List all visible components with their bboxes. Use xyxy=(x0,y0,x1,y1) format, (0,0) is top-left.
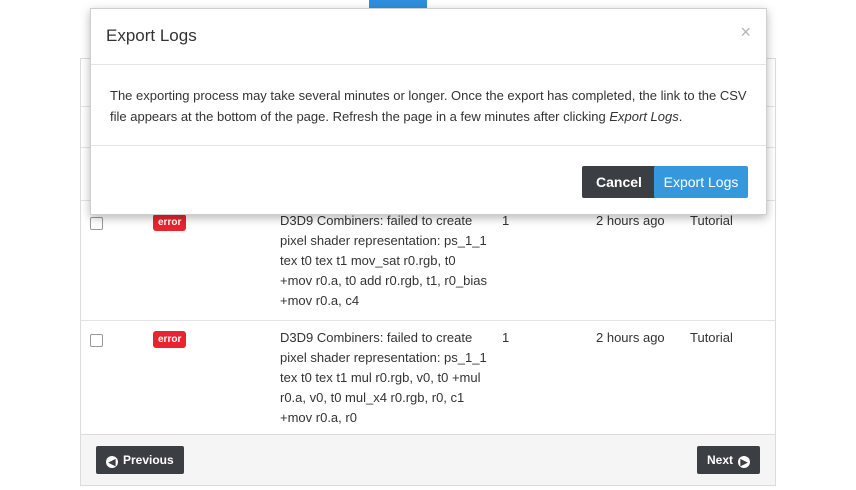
severity-badge: error xyxy=(153,331,187,348)
pagination-bar: ◀ Previous Next ▶ xyxy=(81,434,775,485)
next-button[interactable]: Next ▶ xyxy=(696,446,760,474)
previous-label: Previous xyxy=(123,453,174,467)
row-select-checkbox[interactable] xyxy=(90,334,103,347)
modal-body-end: . xyxy=(678,109,683,124)
previous-button[interactable]: ◀ Previous xyxy=(96,446,184,474)
chevron-circle-right-icon: ▶ xyxy=(738,456,750,468)
severity-badge: error xyxy=(153,214,187,231)
log-project: Tutorial xyxy=(690,330,733,345)
export-logs-button[interactable]: Export Logs xyxy=(654,166,748,198)
modal-title: Export Logs xyxy=(106,26,197,45)
modal-header: Export Logs × xyxy=(91,9,766,65)
row-select-checkbox[interactable] xyxy=(90,217,103,230)
active-tab-indicator xyxy=(369,0,427,8)
cancel-button[interactable]: Cancel xyxy=(582,166,656,198)
table-divider xyxy=(81,320,775,321)
log-count: 1 xyxy=(502,330,510,345)
modal-body-text: The exporting process may take several m… xyxy=(110,85,755,127)
export-logs-modal: Export Logs × The exporting process may … xyxy=(90,8,767,215)
next-label: Next xyxy=(706,453,733,467)
close-icon[interactable]: × xyxy=(740,22,751,42)
chevron-circle-left-icon: ◀ xyxy=(106,456,118,468)
log-message: D3D9 Combiners: failed to create pixel s… xyxy=(280,330,487,425)
log-message: D3D9 Combiners: failed to create pixel s… xyxy=(280,213,488,308)
modal-body-emphasis: Export Logs xyxy=(609,109,679,124)
log-time: 2 hours ago xyxy=(596,330,665,345)
modal-footer: Cancel Export Logs xyxy=(91,145,766,216)
